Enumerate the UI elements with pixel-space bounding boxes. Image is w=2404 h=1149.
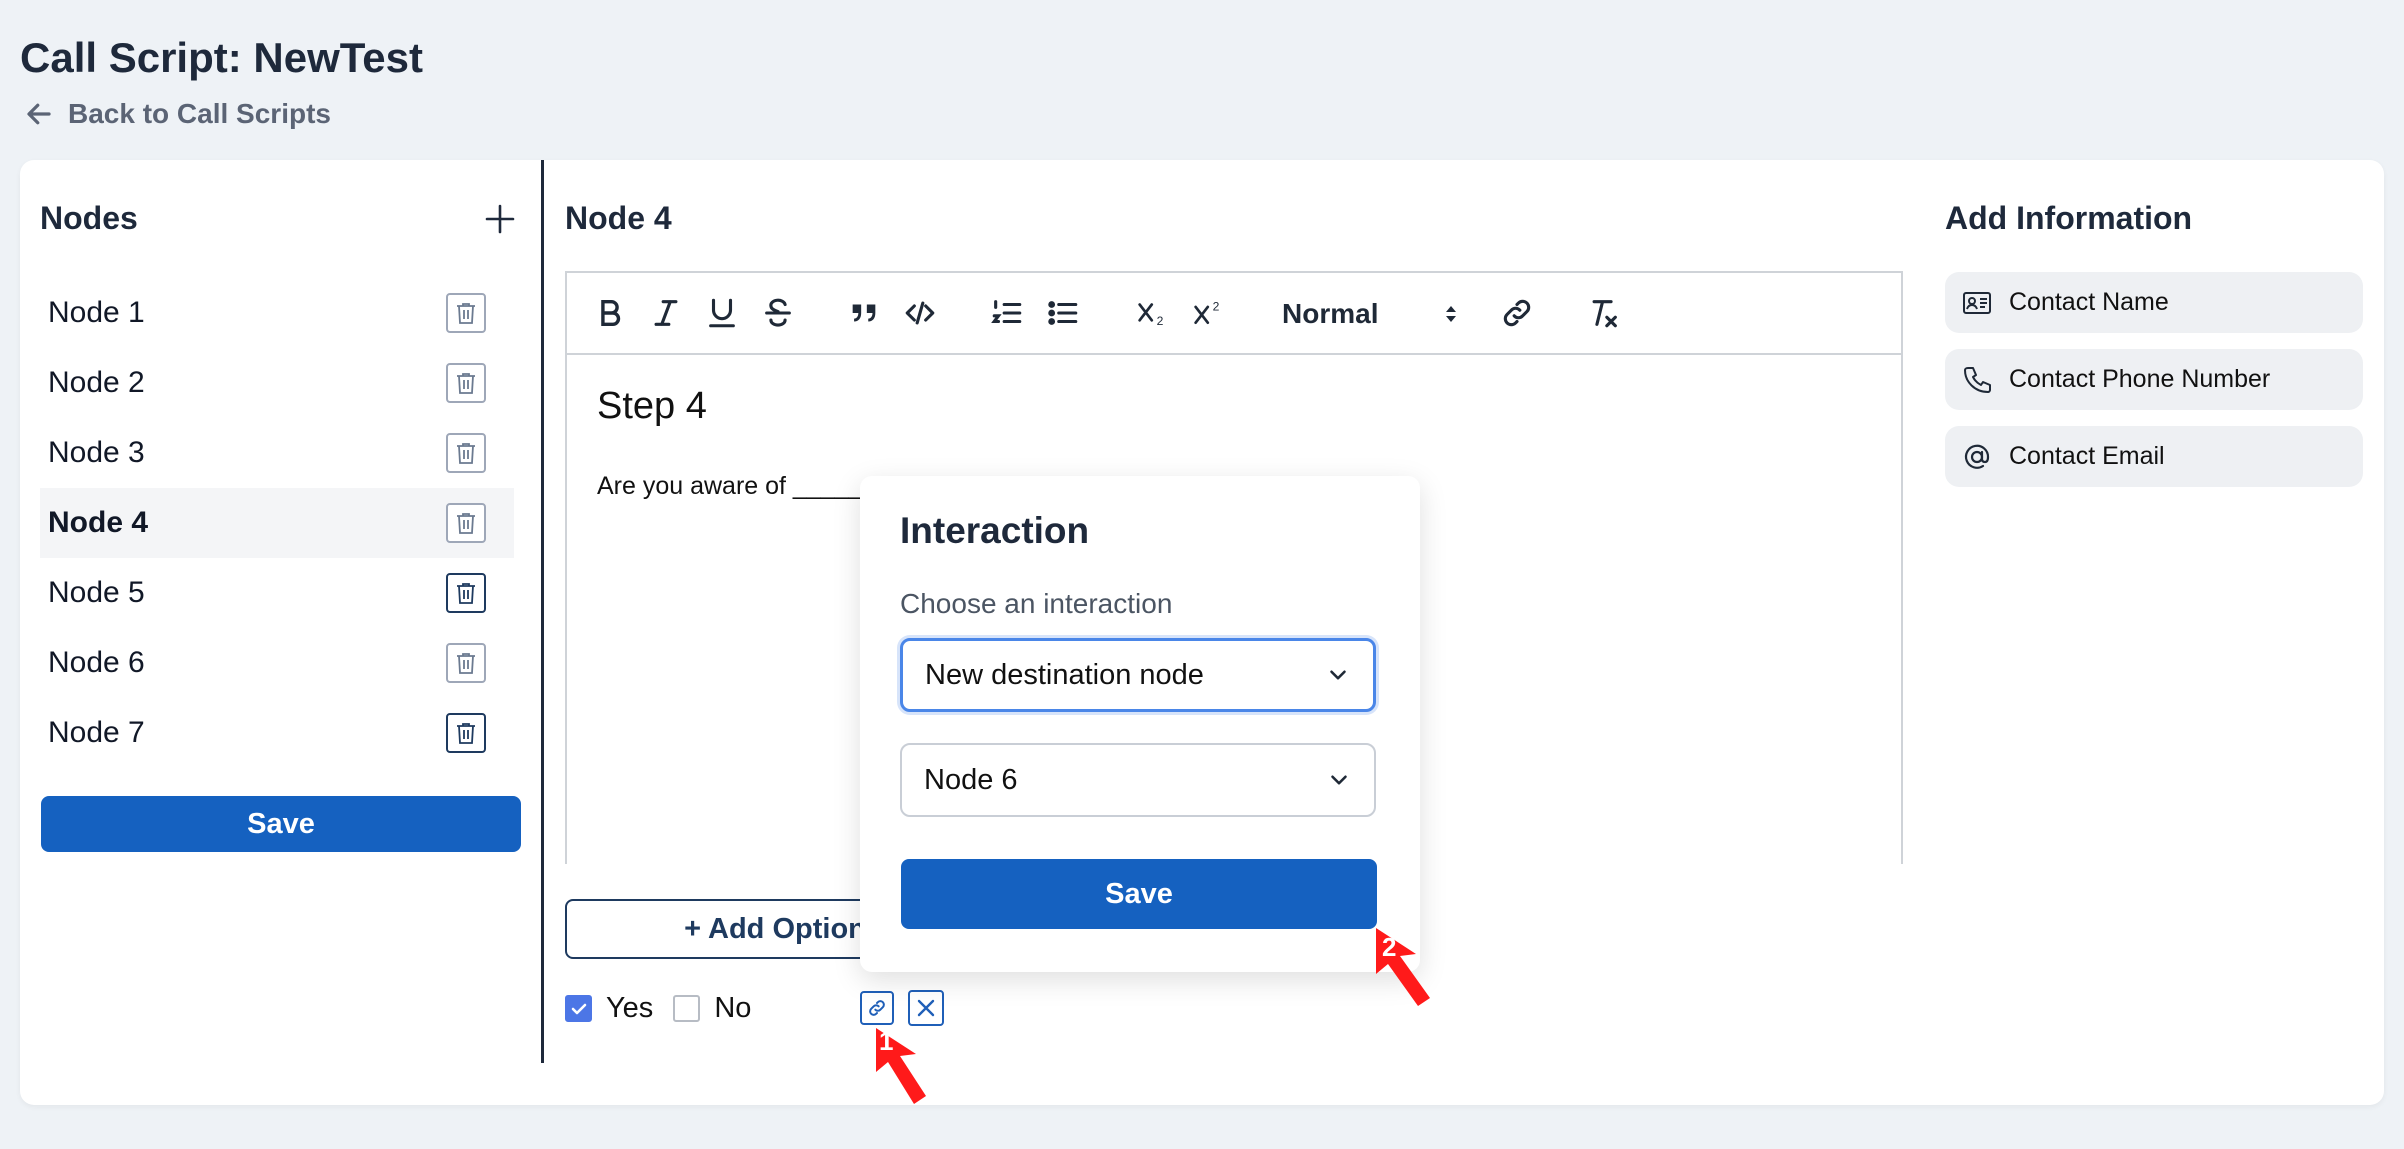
heading-select-value: Normal: [1282, 298, 1379, 329]
options-row: Yes No: [565, 992, 771, 1025]
link-icon: [869, 1000, 885, 1016]
delete-node-button[interactable]: [446, 293, 486, 333]
node-label: Node 3: [48, 436, 145, 469]
chevron-down-icon: [1331, 775, 1347, 785]
popup-label: Choose an interaction: [900, 588, 1173, 619]
interaction-popup: Interaction Choose an interaction New de…: [860, 476, 1420, 972]
delete-node-button[interactable]: [446, 503, 486, 543]
option-yes-checkbox[interactable]: [565, 995, 592, 1022]
node-list: Node 1 Node 2 Node 3 Node 4 Node 5 Node …: [40, 278, 514, 768]
italic-icon[interactable]: [649, 293, 683, 333]
trash-icon: [457, 443, 475, 464]
sort-arrows-icon: [1446, 306, 1456, 322]
info-list: Contact Name Contact Phone Number Contac…: [1945, 272, 2363, 503]
delete-node-button[interactable]: [446, 643, 486, 683]
content-heading: Step 4: [597, 385, 707, 427]
annotation-arrow-2: [1376, 928, 1430, 1006]
annotation-number-2: 2: [1382, 932, 1397, 962]
node-label: Node 7: [48, 716, 145, 749]
insert-contact-phone-button[interactable]: Contact Phone Number: [1945, 349, 2363, 410]
editor-toolbar: 2 2 Normal: [567, 273, 1901, 355]
superscript-icon[interactable]: 2: [1189, 293, 1229, 333]
at-sign-icon: [1964, 444, 1990, 469]
node-item[interactable]: Node 2: [40, 348, 514, 418]
save-nodes-button[interactable]: Save: [41, 796, 521, 852]
ordered-list-icon[interactable]: [990, 293, 1024, 333]
option-no-checkbox[interactable]: [673, 995, 701, 1022]
add-node-button[interactable]: [484, 200, 516, 236]
chevron-down-icon: [1330, 670, 1346, 680]
link-icon[interactable]: [1500, 293, 1534, 333]
close-icon: [917, 999, 935, 1017]
option-yes-label: Yes: [606, 992, 654, 1024]
node-heading: Node 4: [565, 200, 672, 236]
destination-node-value: Node 6: [924, 763, 1018, 796]
interaction-select[interactable]: New destination node: [900, 638, 1376, 712]
page-title: Call Script: NewTest: [20, 34, 423, 81]
trash-icon: [457, 723, 475, 744]
popup-title: Interaction: [900, 510, 1090, 551]
annotation-number-1: 1: [879, 1026, 894, 1056]
info-item-label: Contact Name: [2009, 288, 2169, 316]
node-label: Node 4: [48, 506, 149, 539]
subscript-icon[interactable]: 2: [1133, 293, 1173, 333]
destination-node-select[interactable]: Node 6: [900, 743, 1376, 817]
trash-icon: [457, 583, 475, 604]
node-label: Node 2: [48, 366, 145, 399]
trash-icon: [457, 653, 475, 674]
nodes-title: Nodes: [40, 200, 138, 236]
node-item[interactable]: Node 6: [40, 628, 514, 698]
heading-select[interactable]: Normal: [1282, 293, 1458, 335]
svg-text:2: 2: [1213, 300, 1220, 314]
option-link-button[interactable]: [860, 991, 894, 1025]
trash-icon: [457, 303, 475, 324]
insert-contact-email-button[interactable]: Contact Email: [1945, 426, 2363, 487]
phone-icon: [1964, 366, 1991, 393]
delete-node-button[interactable]: [446, 433, 486, 473]
node-label: Node 1: [48, 296, 145, 329]
node-label: Node 5: [48, 576, 145, 609]
blockquote-icon[interactable]: [847, 293, 881, 333]
interaction-select-value: New destination node: [925, 658, 1204, 691]
node-item[interactable]: Node 5: [40, 558, 514, 628]
code-icon[interactable]: [903, 293, 937, 333]
delete-node-button[interactable]: [446, 713, 486, 753]
info-item-label: Contact Phone Number: [2009, 365, 2271, 393]
info-item-label: Contact Email: [2009, 442, 2165, 470]
underline-icon[interactable]: [705, 293, 739, 333]
node-label: Node 6: [48, 646, 145, 679]
plus-icon: [485, 204, 515, 234]
check-icon: [571, 1003, 586, 1014]
back-link[interactable]: Back to Call Scripts: [24, 98, 331, 130]
node-item[interactable]: Node 1: [40, 278, 514, 348]
node-item[interactable]: Node 7: [40, 698, 514, 768]
bullet-list-icon[interactable]: [1046, 293, 1080, 333]
trash-icon: [457, 373, 475, 394]
delete-node-button[interactable]: [446, 573, 486, 613]
insert-contact-name-button[interactable]: Contact Name: [1945, 272, 2363, 333]
back-link-label: Back to Call Scripts: [68, 98, 331, 129]
bold-icon[interactable]: [593, 293, 627, 333]
trash-icon: [457, 513, 475, 534]
clear-format-icon[interactable]: [1587, 293, 1621, 333]
contact-card-icon: [1963, 291, 1991, 314]
svg-text:2: 2: [1157, 314, 1164, 328]
delete-node-button[interactable]: [446, 363, 486, 403]
node-item-active[interactable]: Node 4: [40, 488, 514, 558]
popup-save-button[interactable]: Save: [901, 859, 1377, 929]
option-no-label: No: [714, 992, 752, 1024]
panel-divider: [541, 160, 544, 1063]
add-information-title: Add Information: [1945, 200, 2193, 236]
option-remove-button[interactable]: [908, 990, 944, 1026]
arrow-left-icon: [27, 103, 51, 125]
node-item[interactable]: Node 3: [40, 418, 514, 488]
strikethrough-icon[interactable]: [761, 293, 795, 333]
